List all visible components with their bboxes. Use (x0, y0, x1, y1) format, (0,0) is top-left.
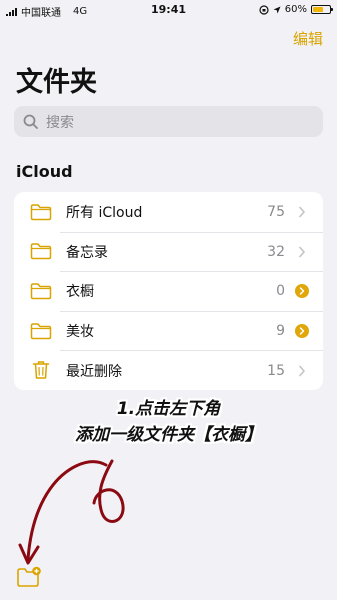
search-input[interactable]: 搜索 (14, 106, 323, 137)
folder-label: 备忘录 (66, 244, 108, 261)
battery-percent: 60% (284, 4, 307, 15)
folder-icon (22, 203, 60, 221)
folder-row-content: 最近删除 15 (60, 350, 323, 390)
folder-row[interactable]: 美妆 9 (14, 310, 323, 351)
annotation-line-2: 添加一级文件夹【衣橱】 (75, 425, 262, 445)
folder-row[interactable]: 最近删除 15 (14, 350, 323, 390)
battery-fill (313, 7, 323, 12)
chevron-right-icon (295, 364, 309, 378)
folder-list: 所有 iCloud 75 备忘录 32 衣橱 0 美妆 9 最近删除 15 (14, 192, 323, 390)
section-header-icloud: iCloud (16, 162, 73, 181)
folder-icon (22, 242, 60, 260)
folder-row-content: 所有 iCloud 75 (60, 192, 323, 232)
folder-row-content: 衣橱 0 (60, 271, 323, 311)
folder-label: 衣橱 (66, 284, 94, 301)
folder-row[interactable]: 衣橱 0 (14, 271, 323, 311)
folder-icon (22, 282, 60, 300)
status-bar: 中国联通 4G 19:41 60% (0, 0, 337, 20)
folder-row-content: 备忘录 32 (60, 231, 323, 272)
folder-label: 最近删除 (66, 363, 122, 380)
folder-count: 32 (267, 243, 285, 260)
folder-row-content: 美妆 9 (60, 310, 323, 351)
chevron-right-badge-icon (295, 284, 309, 299)
folder-row[interactable]: 所有 iCloud 75 (14, 192, 323, 232)
trash-icon (22, 360, 60, 380)
annotation-text: 1.点击左下角 添加一级文件夹【衣橱】 (0, 396, 337, 448)
edit-button[interactable]: 编辑 (293, 28, 323, 49)
folder-count: 0 (276, 283, 285, 300)
folder-icon (22, 322, 60, 340)
folder-count: 9 (276, 323, 285, 340)
page-title: 文件夹 (16, 67, 97, 98)
chevron-right-icon (295, 205, 309, 219)
chevron-right-badge-icon (295, 324, 309, 339)
folder-count: 15 (267, 362, 285, 379)
annotation-arrow (18, 459, 125, 565)
status-right: 60% (259, 4, 333, 15)
folder-count: 75 (267, 203, 285, 220)
folder-label: 美妆 (66, 324, 94, 341)
new-folder-button[interactable] (16, 566, 42, 588)
search-placeholder: 搜索 (46, 114, 74, 131)
orientation-lock-icon (259, 4, 269, 15)
chevron-right-icon (295, 245, 309, 259)
folder-row[interactable]: 备忘录 32 (14, 231, 323, 272)
new-folder-icon (17, 566, 41, 587)
annotation-line-1: 1.点击左下角 (116, 399, 221, 419)
battery-icon (311, 5, 333, 14)
folder-label: 所有 iCloud (66, 204, 143, 221)
search-icon (22, 113, 40, 131)
location-icon (273, 6, 281, 14)
